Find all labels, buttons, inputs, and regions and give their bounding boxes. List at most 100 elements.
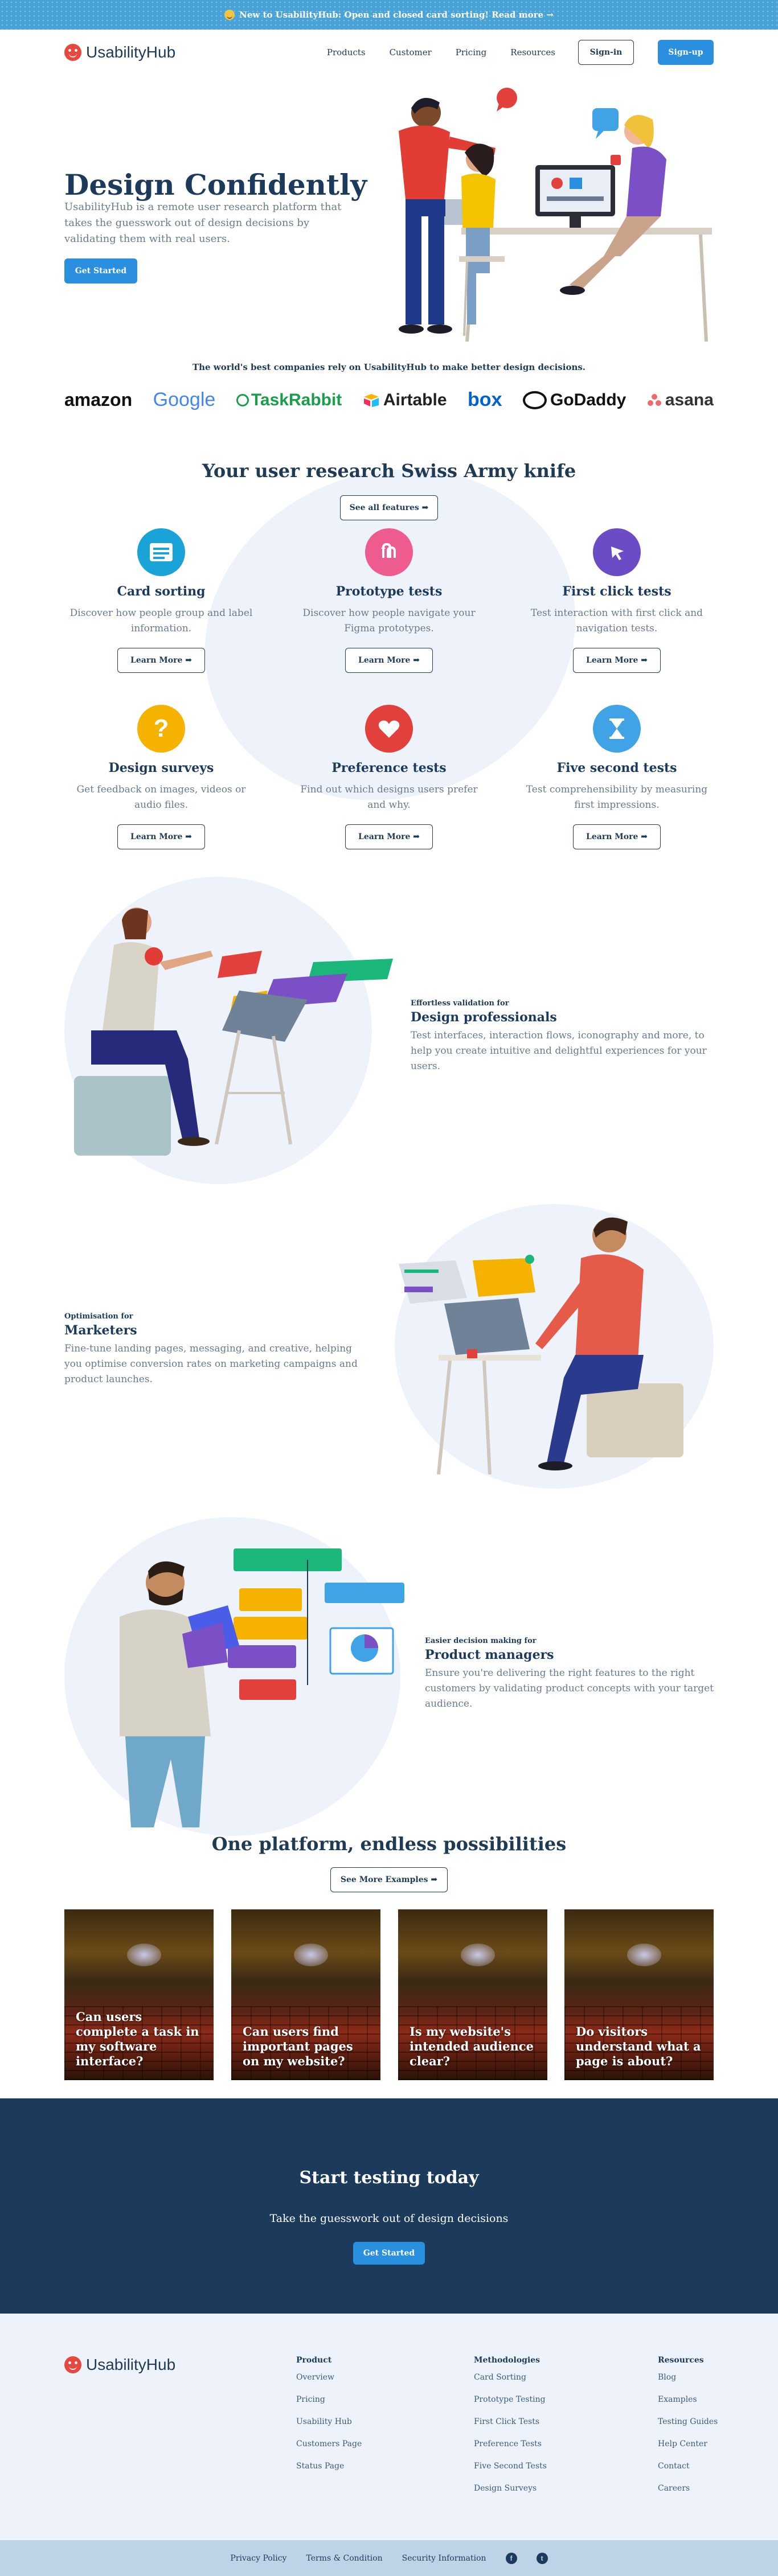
footer-link[interactable]: Testing Guides — [658, 2417, 718, 2428]
logo-asana: asana — [647, 391, 714, 410]
feature-text: Discover how people group and label info… — [69, 607, 253, 634]
feature-title: Design surveys — [108, 761, 214, 775]
security-information-link[interactable]: Security Information — [402, 2554, 486, 2563]
feature-five-second-tests: Five second tests Test comprehensibility… — [520, 705, 714, 849]
footer-link[interactable]: Five Second Tests — [474, 2462, 547, 2472]
persona-kicker: Optimisation for — [64, 1312, 133, 1321]
persona-text: Ensure you're delivering the right featu… — [425, 1667, 714, 1710]
footer-link[interactable]: Card Sorting — [474, 2373, 547, 2384]
feature-card-sorting: Card sorting Discover how people group a… — [64, 528, 258, 673]
examples-title: One platform, endless possibilities — [211, 1833, 567, 1855]
footer-link[interactable]: Status Page — [296, 2462, 362, 2472]
terms-link[interactable]: Terms & Condition — [306, 2554, 382, 2563]
godaddy-mark-icon — [523, 391, 547, 409]
product-manager-illustration — [120, 1548, 404, 1827]
persona-title: Product managers — [425, 1648, 554, 1662]
persona-title: Design professionals — [411, 1010, 557, 1025]
feature-text: Test comprehensibility by measuring firs… — [526, 784, 708, 811]
logo[interactable]: UsabilityHub — [64, 43, 175, 61]
nav-link-resources[interactable]: Resources — [510, 47, 555, 57]
example-image-light — [127, 1944, 161, 1966]
persona-title: Marketers — [64, 1323, 137, 1338]
get-started-button[interactable]: Get Started — [64, 258, 137, 284]
example-card[interactable]: Is my website's intended audience clear? — [398, 1909, 547, 2080]
see-all-features-button[interactable]: See all features ➡ — [340, 495, 438, 520]
signin-button[interactable]: Sign-in — [578, 40, 634, 65]
footer-column-product: Product Overview Pricing Usability Hub C… — [296, 2356, 362, 2484]
card-sorting-icon — [137, 528, 185, 576]
learn-more-button[interactable]: Learn More ➡ — [345, 648, 433, 673]
nav-link-pricing[interactable]: Pricing — [456, 47, 487, 57]
logo-smile-icon — [64, 44, 81, 61]
hero-illustration — [399, 88, 712, 342]
airtable-mark-icon — [363, 393, 379, 407]
footer-link[interactable]: Help Center — [658, 2439, 718, 2450]
learn-more-button[interactable]: Learn More ➡ — [117, 824, 205, 849]
footer-link[interactable]: Overview — [296, 2373, 362, 2384]
facebook-icon[interactable]: f — [505, 2552, 517, 2564]
twitter-icon[interactable]: t — [536, 2552, 548, 2564]
logo-google: Google — [153, 389, 216, 410]
example-caption: Can users find important pages on my web… — [243, 2024, 353, 2068]
logo-smile-icon — [64, 2356, 81, 2373]
logo-taskrabbit: TaskRabbit — [236, 391, 342, 410]
top-navigation: UsabilityHub Products Customer Pricing R… — [64, 30, 714, 75]
example-card[interactable]: Do visitors understand what a page is ab… — [564, 1909, 714, 2080]
banner-text[interactable]: New to UsabilityHub: Open and closed car… — [239, 10, 554, 20]
nav-link-products[interactable]: Products — [327, 47, 366, 57]
learn-more-button[interactable]: Learn More ➡ — [345, 824, 433, 849]
footer-link[interactable]: Design Surveys — [474, 2484, 547, 2495]
logo-box: box — [468, 389, 502, 410]
logos-heading: The world's best companies rely on Usabi… — [192, 362, 586, 372]
see-more-examples-button[interactable]: See More Examples ➡ — [330, 1867, 448, 1892]
example-caption: Can users complete a task in my software… — [76, 2010, 199, 2068]
feature-first-click-tests: First click tests Test interaction with … — [520, 528, 714, 673]
example-caption: Do visitors understand what a page is ab… — [576, 2024, 701, 2068]
footer-column-resources: Resources Blog Examples Testing Guides H… — [658, 2356, 718, 2506]
feature-text: Get feedback on images, videos or audio … — [76, 784, 246, 811]
example-card[interactable]: Can users find important pages on my web… — [231, 1909, 380, 2080]
footer-link[interactable]: Blog — [658, 2373, 718, 2384]
footer-column-title: Product — [296, 2356, 332, 2365]
example-image-light — [461, 1944, 495, 1966]
persona-kicker: Easier decision making for — [425, 1637, 537, 1645]
privacy-policy-link[interactable]: Privacy Policy — [230, 2554, 286, 2563]
footer-link[interactable]: Pricing — [296, 2395, 362, 2406]
learn-more-button[interactable]: Learn More ➡ — [573, 824, 661, 849]
example-card[interactable]: Can users complete a task in my software… — [64, 1909, 214, 2080]
taskrabbit-mark-icon — [236, 393, 249, 406]
logo-godaddy: GoDaddy — [523, 391, 626, 410]
feature-text: Test interaction with first click and na… — [530, 607, 703, 634]
learn-more-button[interactable]: Learn More ➡ — [573, 648, 661, 673]
nav-link-customer[interactable]: Customer — [390, 47, 432, 57]
footer-link[interactable]: Customers Page — [296, 2439, 362, 2450]
footer-link[interactable]: Preference Tests — [474, 2439, 547, 2450]
feature-title: First click tests — [562, 584, 671, 599]
cta-title: Start testing today — [299, 2168, 479, 2188]
cta-get-started-button[interactable]: Get Started — [353, 2242, 425, 2265]
footer-link[interactable]: Examples — [658, 2395, 718, 2406]
persona-product-managers: Easier decision making for Product manag… — [425, 1637, 721, 1712]
feature-title: Card sorting — [117, 584, 206, 599]
hero-title: Design Confidently — [64, 168, 367, 202]
cursor-icon — [593, 528, 641, 576]
footer-link[interactable]: Careers — [658, 2484, 718, 2495]
announcement-banner[interactable]: New to UsabilityHub: Open and closed car… — [0, 0, 778, 30]
feature-text: Find out which designs users prefer and … — [300, 784, 478, 811]
designer-illustration — [74, 907, 393, 1156]
persona-text: Fine-tune landing pages, messaging, and … — [64, 1343, 358, 1385]
persona-design-professionals: Effortless validation for Design profess… — [411, 999, 707, 1074]
prototype-icon — [365, 528, 413, 576]
footer-link[interactable]: First Click Tests — [474, 2417, 547, 2428]
footer-link[interactable]: Usability Hub — [296, 2417, 362, 2428]
cta-text: Take the guesswork out of design decisio… — [269, 2212, 509, 2225]
example-caption: Is my website's intended audience clear? — [410, 2024, 534, 2068]
feature-prototype-tests: Prototype tests Discover how people navi… — [292, 528, 486, 673]
signup-button[interactable]: Sign-up — [658, 40, 714, 65]
footer-link[interactable]: Contact — [658, 2462, 718, 2472]
customer-logos: amazon Google TaskRabbit Airtable box Go… — [64, 389, 714, 411]
feature-text: Discover how people navigate your Figma … — [302, 607, 476, 634]
footer-logo[interactable]: UsabilityHub — [64, 2356, 175, 2374]
footer-link[interactable]: Prototype Testing — [474, 2395, 547, 2406]
learn-more-button[interactable]: Learn More ➡ — [117, 648, 205, 673]
